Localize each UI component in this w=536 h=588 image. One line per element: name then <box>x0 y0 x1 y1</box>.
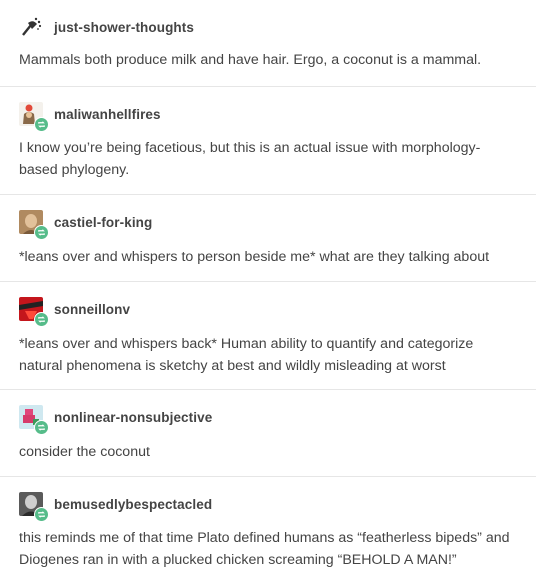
username[interactable]: maliwanhellfires <box>54 107 161 122</box>
avatar[interactable] <box>19 210 49 240</box>
reblog-icon <box>34 420 49 435</box>
post-text: *leans over and whispers to person besid… <box>19 249 490 265</box>
reblog-icon <box>34 117 49 132</box>
username[interactable]: sonneillonv <box>54 302 130 317</box>
reblog-icon <box>34 225 49 240</box>
shower-head-icon <box>19 15 43 39</box>
post-just-shower-thoughts: just-shower-thoughts Mammals both produc… <box>0 0 536 87</box>
post-text: *leans over and whispers back* Human abi… <box>19 336 474 374</box>
username[interactable]: nonlinear-nonsubjective <box>54 410 212 425</box>
post-text: consider the coconut <box>19 444 150 460</box>
avatar[interactable] <box>19 102 49 132</box>
post-maliwanhellfires: maliwanhellfires I know you’re being fac… <box>0 87 536 195</box>
avatar[interactable] <box>19 492 49 522</box>
username[interactable]: just-shower-thoughts <box>54 20 194 35</box>
username[interactable]: castiel-for-king <box>54 215 152 230</box>
reblog-icon <box>34 312 49 327</box>
post-bemusedlybespectacled: bemusedlybespectacled this reminds me of… <box>0 477 536 588</box>
post-text: this reminds me of that time Plato defin… <box>19 530 510 568</box>
reblog-thread: just-shower-thoughts Mammals both produc… <box>0 0 536 588</box>
avatar[interactable] <box>19 297 49 327</box>
post-text: Mammals both produce milk and have hair.… <box>19 52 482 68</box>
post-text: I know you’re being facetious, but this … <box>19 140 481 178</box>
post-sonneillonv: sonneillonv *leans over and whispers bac… <box>0 282 536 390</box>
avatar[interactable] <box>19 15 43 39</box>
post-castiel-for-king: castiel-for-king *leans over and whisper… <box>0 195 536 282</box>
post-nonlinear-nonsubjective: nonlinear-nonsubjective consider the coc… <box>0 390 536 477</box>
reblog-icon <box>34 507 49 522</box>
username[interactable]: bemusedlybespectacled <box>54 497 212 512</box>
avatar[interactable] <box>19 405 49 435</box>
